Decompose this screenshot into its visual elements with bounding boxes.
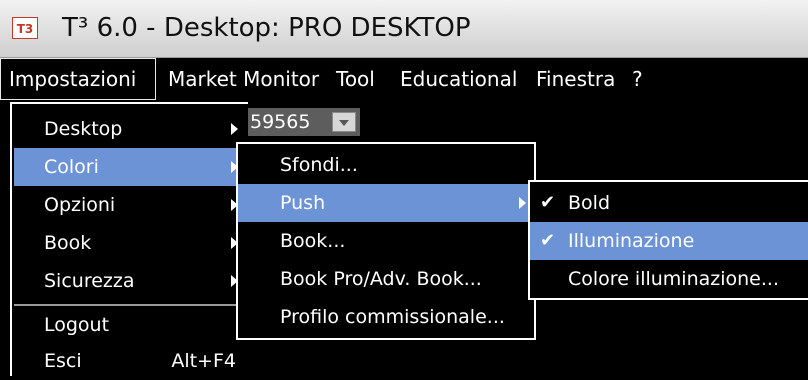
menu-item-esci[interactable]: Esci Alt+F4: [14, 342, 246, 380]
menu-market-monitor[interactable]: Market Monitor: [168, 58, 319, 100]
menu-item-illuminazione[interactable]: ✔ Illuminazione: [530, 222, 808, 260]
menu-item-book-colors[interactable]: Book...: [238, 222, 534, 260]
menu-item-push[interactable]: Push: [238, 184, 534, 222]
shortcut-label: Alt+F4: [171, 350, 236, 372]
menu-item-bold[interactable]: ✔ Bold: [530, 184, 808, 222]
menu-item-logout[interactable]: Logout: [14, 306, 246, 344]
desktop-combo[interactable]: 59565: [242, 108, 360, 136]
combo-value: 59565: [250, 111, 311, 133]
menu-item-opzioni[interactable]: Opzioni: [14, 186, 246, 224]
menu-item-label: Opzioni: [44, 194, 116, 216]
menu-impostazioni[interactable]: Impostazioni: [0, 58, 156, 100]
triangle-right-icon: [231, 123, 238, 135]
menu-educational[interactable]: Educational: [400, 58, 517, 100]
menu-item-label: Colore illuminazione...: [568, 268, 779, 290]
menu-item-label: Logout: [44, 314, 110, 336]
menu-item-label: Illuminazione: [568, 230, 695, 252]
menu-bar: Impostazioni Market Monitor Tool Educati…: [0, 58, 808, 100]
check-icon: ✔: [540, 192, 556, 213]
colori-submenu: Sfondi... Push Book... Book Pro/Adv. Boo…: [236, 142, 536, 340]
push-submenu: ✔ Bold ✔ Illuminazione Colore illuminazi…: [528, 180, 808, 300]
impostazioni-dropdown: Desktop Colori Opzioni Book Sicurezza Lo…: [10, 102, 248, 376]
chevron-down-icon[interactable]: [332, 112, 356, 132]
menu-item-label: Profilo commissionale...: [280, 306, 505, 328]
menu-item-label: Sfondi...: [280, 154, 358, 176]
menu-item-label: Bold: [568, 192, 610, 214]
menu-item-label: Book: [44, 232, 92, 254]
menu-item-colore-illuminazione[interactable]: Colore illuminazione...: [530, 260, 808, 298]
triangle-right-icon: [519, 197, 526, 209]
menu-item-label: Book Pro/Adv. Book...: [280, 268, 482, 290]
menu-finestra[interactable]: Finestra: [536, 58, 615, 100]
menu-item-label: Esci: [44, 350, 82, 372]
check-icon: ✔: [540, 230, 556, 251]
menu-item-label: Sicurezza: [44, 270, 135, 292]
menu-item-sfondi[interactable]: Sfondi...: [238, 146, 534, 184]
menu-item-desktop[interactable]: Desktop: [14, 110, 246, 148]
menu-item-book-pro[interactable]: Book Pro/Adv. Book...: [238, 260, 534, 298]
menu-item-profilo-commissionale[interactable]: Profilo commissionale...: [238, 298, 534, 336]
menu-tool[interactable]: Tool: [336, 58, 375, 100]
app-logo-icon: T3: [12, 17, 38, 39]
menu-item-label: Push: [280, 192, 326, 214]
menu-item-colori[interactable]: Colori: [14, 148, 246, 186]
menu-item-label: Colori: [44, 156, 99, 178]
menu-item-sicurezza[interactable]: Sicurezza: [14, 262, 246, 300]
menu-item-label: Book...: [280, 230, 346, 252]
menu-item-book[interactable]: Book: [14, 224, 246, 262]
menu-help[interactable]: ?: [632, 58, 643, 100]
menu-item-label: Desktop: [44, 118, 123, 140]
window-title: T³ 6.0 - Desktop: PRO DESKTOP: [62, 13, 471, 43]
title-bar: T3 T³ 6.0 - Desktop: PRO DESKTOP: [0, 0, 808, 58]
